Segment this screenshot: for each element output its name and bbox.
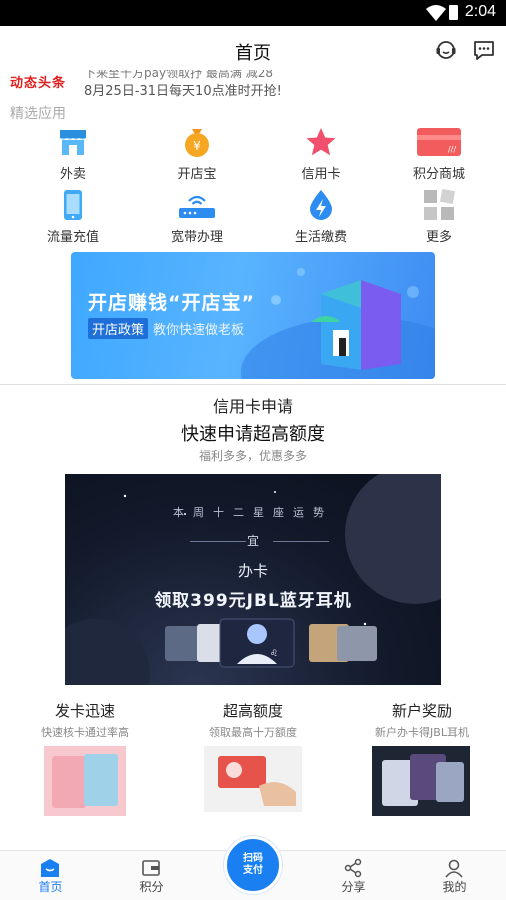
message-icon[interactable] — [472, 38, 496, 62]
battery-icon — [449, 5, 458, 20]
app-utility-payment[interactable]: 生活缴费 — [258, 189, 384, 249]
feature-title: 新户奖励 — [391, 702, 452, 720]
tab-home[interactable]: 首页 — [0, 851, 101, 900]
user-icon — [445, 859, 463, 878]
scan-pay-label: 扫码 支付 — [227, 853, 279, 877]
credit-section-heading: 信用卡申请 — [212, 397, 293, 416]
feature-high-limit[interactable]: 超高额度 领取最高十万额度 — [183, 700, 323, 820]
star-icon — [306, 128, 336, 156]
promo-line-2: 宜 — [246, 534, 259, 548]
horoscope-promo-banner[interactable]: ♌ 本周十二星座运势 宜 办卡 领取399元JBL蓝牙耳机 — [65, 474, 441, 685]
feature-image-cards — [44, 746, 126, 816]
feature-fast-issuance[interactable]: 发卡迅速 快速核卡通过率高 — [15, 700, 155, 820]
share-icon — [344, 858, 362, 878]
news-line-current: 8月25日-31日每天10点准时开抢! — [84, 84, 282, 99]
app-label: 开店宝 — [177, 167, 217, 182]
app-label: 生活缴费 — [294, 230, 347, 245]
app-more[interactable]: 更多 — [376, 189, 502, 249]
section-divider — [0, 384, 506, 385]
svg-text:///: /// — [448, 145, 456, 154]
feature-new-user-reward[interactable]: 新户奖励 新户办卡得JBL耳机 — [352, 700, 492, 820]
promo-line-4: 领取399元JBL蓝牙耳机 — [154, 591, 352, 611]
app-takeout[interactable]: 外卖 — [10, 126, 136, 186]
feature-subtitle: 快速核卡通过率高 — [41, 726, 129, 739]
status-time: 2:04 — [464, 3, 496, 20]
tab-label: 分享 — [341, 880, 366, 894]
top-header: 首页 — [0, 26, 506, 74]
svg-text:♌: ♌ — [270, 649, 278, 659]
feature-image-hand-card — [204, 746, 302, 812]
money-bag-icon: ¥ — [185, 129, 209, 157]
tab-label: 首页 — [38, 880, 63, 894]
kaidianbao-banner[interactable]: 开店赚钱“开店宝” 开店政策 教你快速做老板 — [71, 252, 435, 379]
app-label: 宽带办理 — [170, 230, 223, 245]
news-ticker[interactable]: 动态头条 下来至十方pay领取抒 最高满 减28 8月25日-31日每天10点准… — [0, 70, 506, 100]
app-label: 积分商城 — [412, 167, 465, 182]
feature-subtitle: 新户办卡得JBL耳机 — [375, 726, 469, 739]
news-tag: 动态头条 — [10, 76, 67, 91]
feature-title: 发卡迅速 — [54, 702, 115, 720]
wifi-icon — [426, 5, 446, 21]
section-label-featured-apps: 精选应用 — [10, 106, 66, 122]
router-icon — [179, 195, 215, 218]
card-icon: /// — [417, 128, 461, 156]
status-bar: 2:04 — [0, 0, 506, 26]
app-data-topup[interactable]: 流量充值 — [10, 189, 136, 249]
promo-line-1: 本周十二星座运势 — [173, 506, 333, 519]
credit-section-subtitle: 福利多多，优惠多多 — [198, 449, 307, 463]
tab-share[interactable]: 分享 — [303, 851, 404, 900]
home-icon — [41, 859, 59, 877]
tab-label: 积分 — [139, 880, 164, 894]
banner-title: 开店赚钱“开店宝” — [88, 292, 255, 314]
banner-subtitle: 教你快速做老板 — [153, 323, 245, 338]
app-kaidianbao[interactable]: ¥ 开店宝 — [134, 126, 260, 186]
customer-service-icon[interactable] — [434, 38, 458, 62]
promo-line-3: 办卡 — [237, 562, 268, 580]
phone-icon — [64, 190, 82, 220]
storefront-icon — [60, 130, 86, 155]
app-credit-card[interactable]: 信用卡 — [258, 126, 384, 186]
banner-tag: 开店政策 — [88, 318, 149, 339]
app-label: 更多 — [425, 230, 452, 245]
feature-subtitle: 领取最高十万额度 — [209, 726, 297, 739]
scan-pay-label-line1: 扫码 — [243, 853, 263, 864]
app-label: 流量充值 — [46, 230, 99, 245]
feature-title: 超高额度 — [222, 702, 283, 720]
tab-label: 我的 — [442, 880, 467, 894]
app-label: 信用卡 — [301, 167, 341, 182]
lightning-drop-icon — [310, 190, 332, 220]
credit-section-title: 快速申请超高额度 — [181, 424, 325, 445]
page-title: 首页 — [235, 43, 271, 64]
wallet-icon — [142, 860, 160, 876]
app-points-mall[interactable]: /// 积分商城 — [376, 126, 502, 186]
feature-image-cards-dark — [372, 746, 470, 816]
svg-text:¥: ¥ — [193, 139, 201, 153]
scan-pay-label-line2: 支付 — [243, 865, 263, 876]
tab-profile[interactable]: 我的 — [404, 851, 505, 900]
scan-pay-button[interactable]: 扫码 支付 — [224, 836, 282, 894]
app-broadband[interactable]: 宽带办理 — [134, 189, 260, 249]
app-label: 外卖 — [59, 167, 86, 182]
banner-illustration — [241, 268, 435, 379]
more-grid-icon — [424, 189, 455, 220]
tab-points[interactable]: 积分 — [101, 851, 202, 900]
